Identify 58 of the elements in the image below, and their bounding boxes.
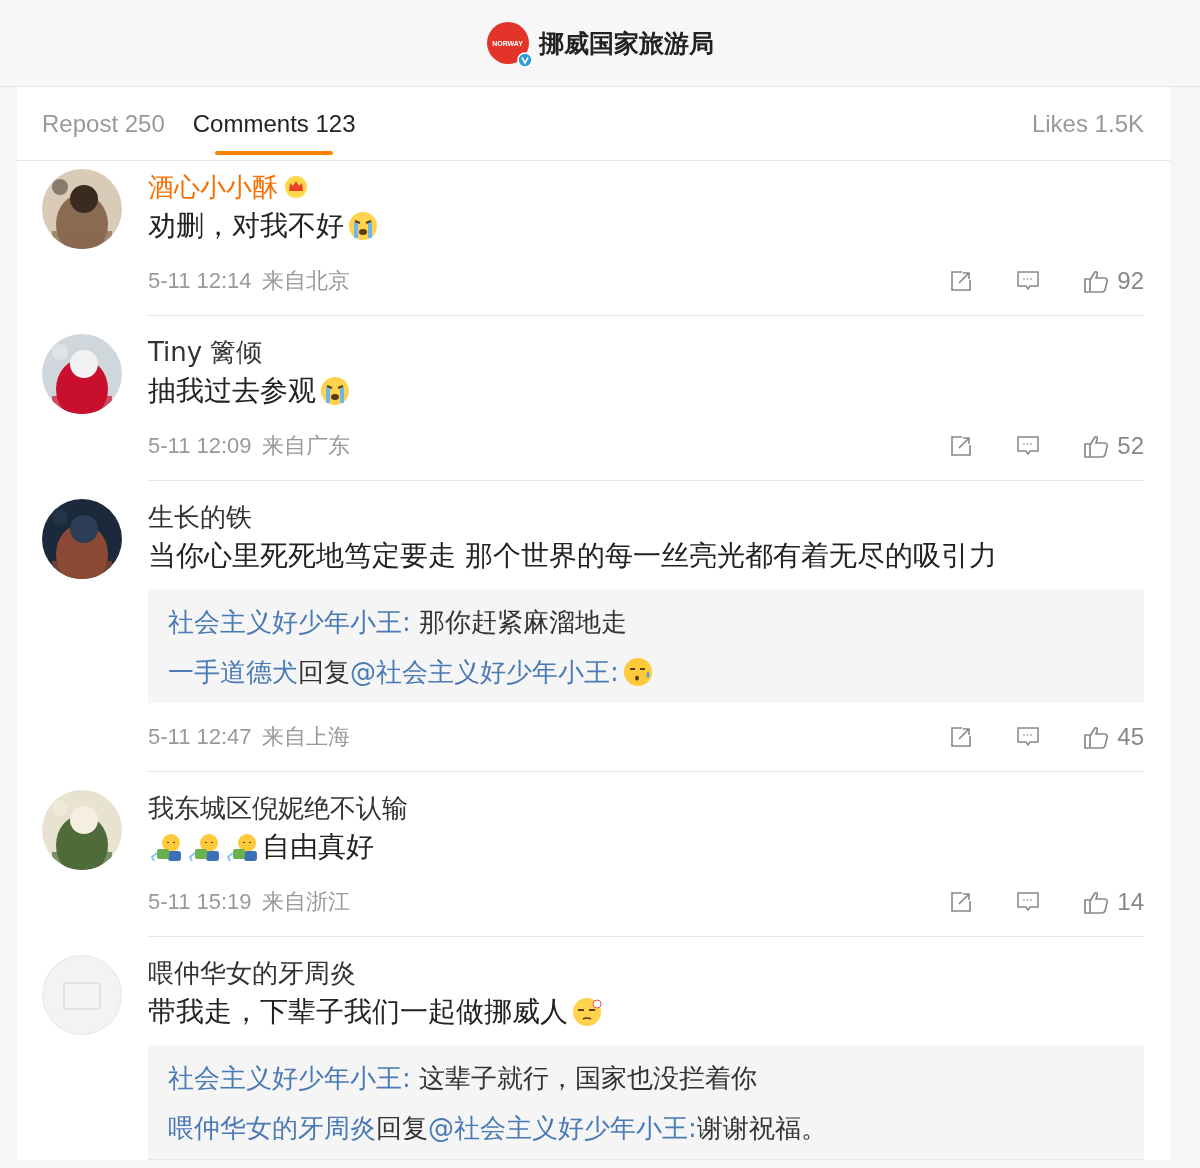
username[interactable]: 酒心小小酥 [148,169,278,205]
username[interactable]: Tiny 篱倾 [148,334,263,370]
reply-text: 那你赶紧麻溜地走 [418,605,628,639]
share-icon[interactable] [949,725,974,749]
comment-location: 来自广东 [261,432,350,460]
comment-location: 来自上海 [261,723,350,751]
like-button[interactable]: 14 [1083,888,1144,916]
default-avatar-icon [42,955,122,1035]
reply-author-link[interactable]: 一手道德犬 [168,654,298,690]
comment-time: 5-11 12:14 [148,268,252,294]
mention-link[interactable]: @社会主义好少年小王: [350,654,619,690]
like-button[interactable]: 92 [1083,267,1144,295]
comment-location: 来自北京 [261,267,350,295]
username[interactable]: 我东城区倪妮绝不认输 [148,790,408,826]
account-title: 挪威国家旅游局 [538,27,714,60]
share-icon[interactable] [949,434,974,458]
tab[interactable]: Comments 123 [192,87,356,160]
sweat-face-icon [621,656,654,688]
comment-text: 抽我过去参观 [148,373,316,409]
comment-location: 来自浙江 [261,888,350,916]
share-icon[interactable] [949,890,974,914]
username[interactable]: 生长的铁 [148,499,252,535]
comment-icon[interactable] [1016,890,1041,914]
tab[interactable]: Repost 250 [42,87,165,160]
reply-text: 这辈子就行，国家也没拦着你 [418,1061,758,1095]
thumbs-up-icon [1083,268,1110,294]
share-icon[interactable] [949,269,974,293]
reply-text: 谢谢祝福。 [696,1111,827,1145]
tab[interactable]: Likes 1.5K [1031,87,1144,160]
like-button[interactable]: 52 [1083,432,1144,460]
comment-icon[interactable] [1016,725,1041,749]
watering-can-face-icon [151,831,183,863]
reply-author-link[interactable]: 社会主义好少年小王: [168,1060,411,1096]
comment-icon[interactable] [1016,269,1041,293]
comment-text: 劝删，对我不好 [148,208,344,244]
reply-label: 回复 [298,655,350,689]
reply-author-link[interactable]: 社会主义好少年小王: [168,604,411,640]
comment-time: 5-11 12:47 [148,724,252,750]
username[interactable]: 喂仲华女的牙周炎 [148,955,356,991]
reply-author-link[interactable]: 喂仲华女的牙周炎 [168,1110,376,1146]
comment-text: 当你心里死死地笃定要走 那个世界的每一丝亮光都有着无尽的吸引力 [148,538,997,574]
thumbs-up-icon [1083,724,1110,750]
comment-time: 5-11 12:09 [148,433,252,459]
reply-label: 回复 [376,1111,428,1145]
comment-text: 自由真好 [262,829,374,865]
comment-text: 带我走，下辈子我们一起做挪威人 [148,994,568,1030]
mention-link[interactable]: @社会主义好少年小王: [428,1110,697,1146]
like-button[interactable]: 45 [1083,723,1144,751]
comment-time: 5-11 15:19 [148,889,252,915]
crying-face-icon [319,375,351,407]
smug-face-icon [571,996,603,1028]
thumbs-up-icon [1083,889,1110,915]
crown-icon [284,175,308,199]
watering-can-face-icon [227,831,259,863]
crying-face-icon [347,210,379,242]
watering-can-face-icon [189,831,221,863]
thumbs-up-icon [1083,433,1110,459]
comment-icon[interactable] [1016,434,1041,458]
